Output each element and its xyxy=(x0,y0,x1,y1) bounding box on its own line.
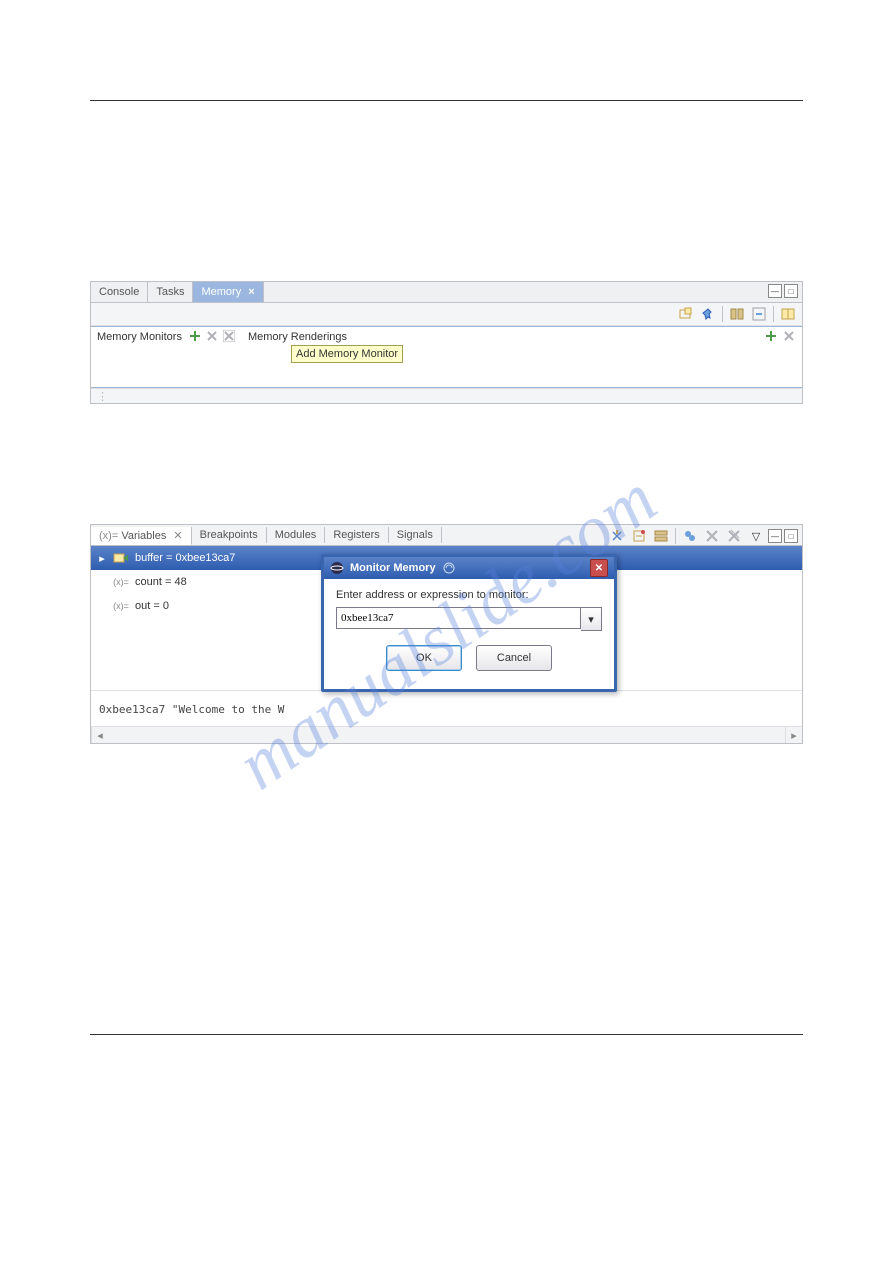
dialog-title: Monitor Memory xyxy=(350,562,436,574)
local-var-icon: (x)= xyxy=(113,574,129,590)
tab-breakpoints[interactable]: Breakpoints xyxy=(192,527,267,543)
memory-view-panel: Console Tasks Memory × — □ Memory Monito… xyxy=(90,281,803,404)
add-monitor-button[interactable] xyxy=(188,329,202,343)
tab-memory[interactable]: Memory × xyxy=(193,282,263,302)
memory-toolbar xyxy=(91,303,802,326)
tab-close-x-icon[interactable]: ✕ xyxy=(173,530,182,542)
dialog-titlebar[interactable]: Monitor Memory ✕ xyxy=(324,557,614,579)
toolbar-separator-3 xyxy=(675,528,676,544)
tab-registers[interactable]: Registers xyxy=(325,527,388,543)
scroll-right-icon[interactable]: ▸ xyxy=(785,727,802,743)
dialog-close-button[interactable]: ✕ xyxy=(590,559,608,577)
close-icon[interactable]: × xyxy=(248,286,254,298)
remove-all-button[interactable] xyxy=(222,329,236,343)
show-type-icon[interactable] xyxy=(607,526,627,546)
variable-detail: 0xbee13ca7 "Welcome to the W xyxy=(91,690,802,727)
eclipse-icon xyxy=(330,561,344,575)
maximize-vars-icon[interactable]: □ xyxy=(784,529,798,543)
remove-rendering-button[interactable] xyxy=(782,329,796,343)
tab-modules[interactable]: Modules xyxy=(267,527,326,543)
variable-text: count = 48 xyxy=(135,576,187,588)
local-var-icon: (x)= xyxy=(113,598,129,614)
collapse-icon[interactable] xyxy=(629,526,649,546)
variables-tabbar: (x)= Variables ✕ Breakpoints Modules Reg… xyxy=(91,525,802,546)
tab-variables[interactable]: (x)= Variables ✕ xyxy=(91,527,192,545)
tab-tasks[interactable]: Tasks xyxy=(148,282,193,302)
variables-tab-icon: (x)= xyxy=(99,530,118,542)
remove-all-var-icon[interactable] xyxy=(724,526,744,546)
link-icon[interactable] xyxy=(749,304,769,324)
switch-icon[interactable] xyxy=(778,304,798,324)
remove-monitor-button[interactable] xyxy=(205,329,219,343)
tab-console[interactable]: Console xyxy=(91,282,148,302)
toolbar-separator-2 xyxy=(773,306,774,322)
monitor-memory-dialog: Monitor Memory ✕ Enter address or expres… xyxy=(321,554,617,692)
menu-chevron-icon[interactable]: ▽ xyxy=(746,526,766,546)
layout-icon[interactable] xyxy=(651,526,671,546)
tab-signals[interactable]: Signals xyxy=(389,527,442,543)
scroll-track[interactable] xyxy=(108,727,785,743)
remove-var-icon[interactable] xyxy=(702,526,722,546)
add-monitor-tooltip: Add Memory Monitor xyxy=(291,345,403,363)
maximize-icon[interactable]: □ xyxy=(784,284,798,298)
memory-monitors-row: Memory Monitors Memory Renderings Add Me… xyxy=(91,326,802,388)
ok-button[interactable]: OK xyxy=(386,645,462,671)
chevron-down-icon: ▾ xyxy=(588,613,594,626)
refresh-icon[interactable] xyxy=(680,526,700,546)
minimize-vars-icon[interactable]: — xyxy=(768,529,782,543)
memory-monitors-label: Memory Monitors xyxy=(91,327,188,343)
scroll-left-icon[interactable]: ◂ xyxy=(91,727,108,743)
memory-renderings-label: Memory Renderings xyxy=(242,327,353,343)
expand-icon[interactable]: ▸ xyxy=(97,552,107,565)
address-input[interactable] xyxy=(336,607,581,629)
minimize-icon[interactable]: — xyxy=(768,284,782,298)
pointer-var-icon xyxy=(113,550,129,566)
horizontal-scrollbar[interactable]: ◂ ▸ xyxy=(91,726,802,743)
tab-memory-label: Memory xyxy=(201,286,241,298)
dropdown-button[interactable]: ▾ xyxy=(581,607,602,631)
dialog-title-icon xyxy=(442,561,456,575)
variables-view-panel: (x)= Variables ✕ Breakpoints Modules Reg… xyxy=(90,524,803,744)
toggle-split-icon[interactable] xyxy=(727,304,747,324)
memory-tabbar: Console Tasks Memory × — □ xyxy=(91,282,802,303)
grip-icon: ⋮ xyxy=(97,390,107,403)
memory-status-bar: ⋮ xyxy=(91,388,802,403)
variable-text: out = 0 xyxy=(135,600,169,612)
add-rendering-button[interactable] xyxy=(764,329,778,343)
toolbar-separator xyxy=(722,306,723,322)
new-tab-icon[interactable] xyxy=(676,304,696,324)
bottom-rule xyxy=(90,1034,803,1035)
tab-variables-label: Variables xyxy=(121,530,166,542)
top-rule xyxy=(90,100,803,101)
dialog-prompt: Enter address or expression to monitor: xyxy=(336,589,602,601)
cancel-button[interactable]: Cancel xyxy=(476,645,552,671)
dialog-field: ▾ xyxy=(336,607,602,631)
dialog-body: Enter address or expression to monitor: … xyxy=(324,579,614,689)
pin-icon[interactable] xyxy=(698,304,718,324)
variable-text: buffer = 0xbee13ca7 xyxy=(135,552,235,564)
